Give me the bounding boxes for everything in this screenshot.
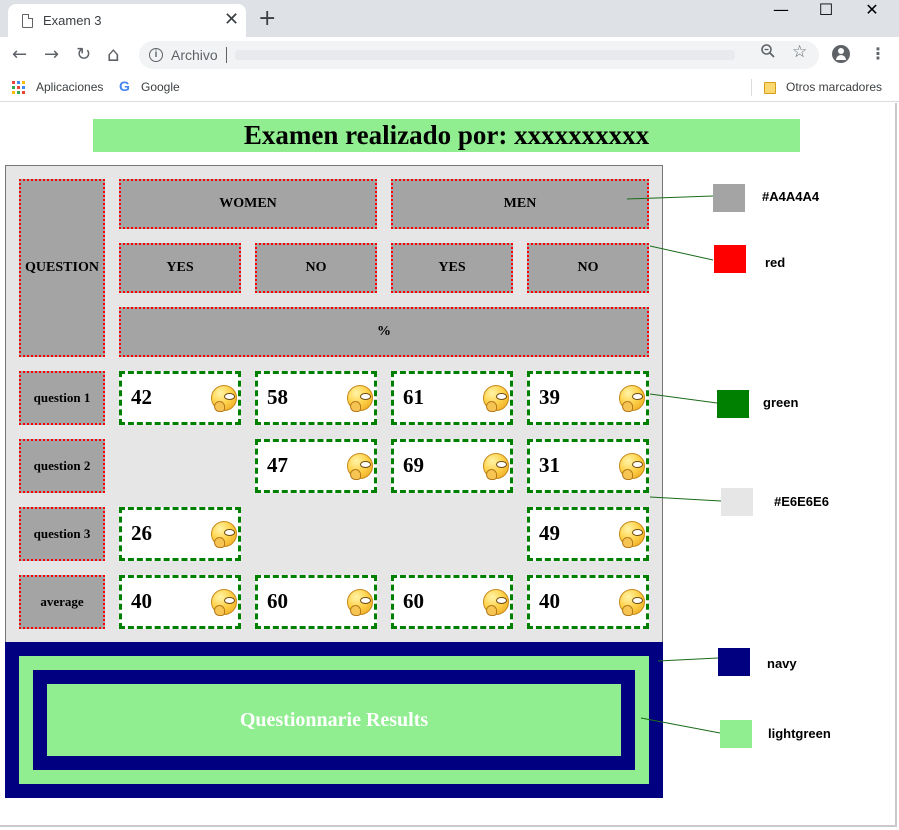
legend-label-navy: navy	[767, 656, 797, 671]
swatch-gray	[713, 184, 745, 212]
legend-label-green: green	[763, 395, 799, 410]
swatch-lightgreen	[720, 720, 752, 748]
legend-label-lightgray: #E6E6E6	[774, 494, 829, 509]
swatch-lightgray	[721, 488, 753, 516]
swatch-red	[714, 245, 746, 273]
legend-label-red: red	[765, 255, 786, 270]
legend-label-lightgreen: lightgreen	[768, 726, 831, 741]
legend-pointer-lines	[626, 195, 722, 734]
swatch-navy	[718, 648, 750, 676]
legend-label-gray: #A4A4A4	[762, 189, 820, 204]
swatch-green	[717, 390, 749, 418]
